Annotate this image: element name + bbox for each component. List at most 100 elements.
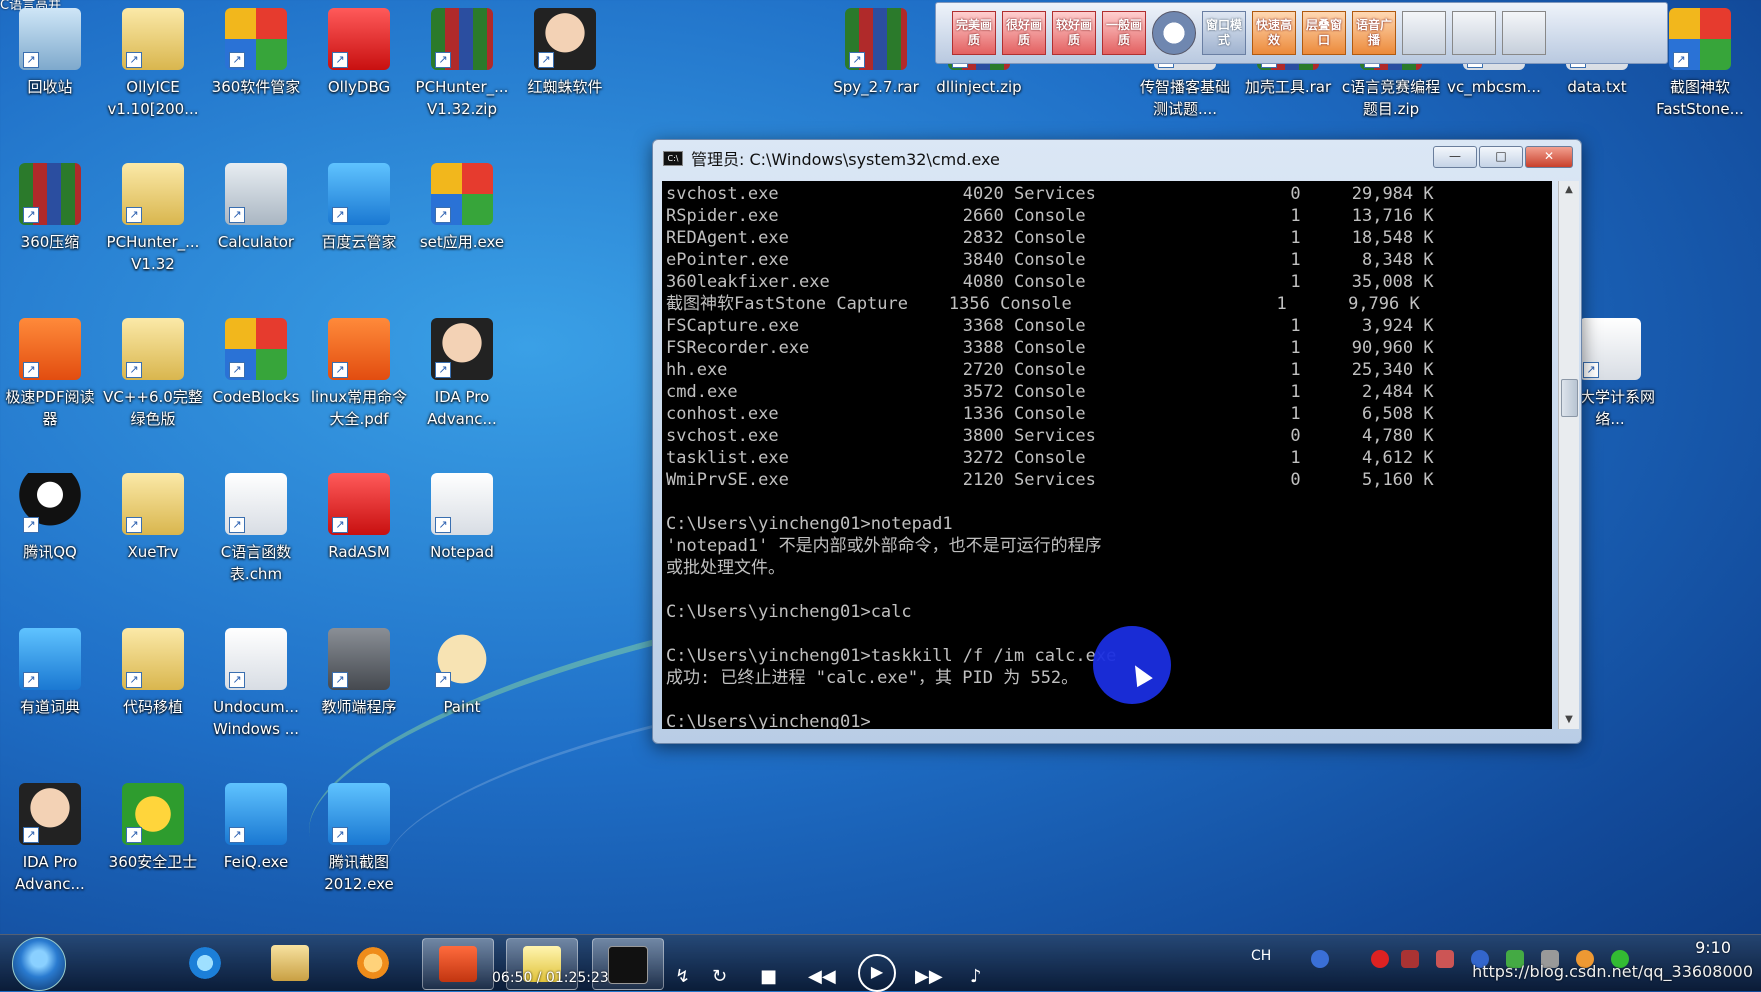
desktop-icon[interactable]: ↗ 腾讯QQ (0, 473, 100, 563)
desktop-icon[interactable]: ↗ 腾讯截图 2012.exe (309, 783, 409, 895)
toolbar-cascade-button[interactable]: 层叠窗口 (1302, 11, 1346, 55)
taskbar-media-button[interactable] (338, 938, 408, 988)
toolbar-pen-icon[interactable] (1402, 11, 1446, 55)
player-time: 06:50 / 01:25:23 (492, 970, 609, 986)
toolbar-window-mode-button[interactable]: 窗口模式 (1202, 11, 1246, 55)
scroll-up-icon[interactable]: ▲ (1559, 181, 1579, 199)
desktop-icon[interactable]: ↗ OllyDBG (309, 8, 409, 98)
shortcut-arrow-icon: ↗ (23, 827, 39, 843)
desktop-icon[interactable]: ↗ linux常用命令大全.pdf (309, 318, 409, 430)
shortcut-arrow-icon: ↗ (229, 827, 245, 843)
desktop-icon[interactable]: ↗ 360软件管家 (206, 8, 306, 98)
desktop-icon[interactable]: ↗ C语言函数表.chm (206, 473, 306, 585)
taskbar-powerpoint-button[interactable] (422, 938, 494, 990)
desktop-icon[interactable]: ↗ 红蜘蛛软件 (515, 8, 615, 98)
close-button[interactable]: ✕ (1525, 146, 1573, 168)
desktop-icon[interactable]: ↗ 教师端程序 (309, 628, 409, 718)
desktop-icon[interactable]: ↗ IDA Pro Advanc... (412, 318, 512, 430)
clock[interactable]: 9:10 (1695, 938, 1731, 957)
player-volume-icon[interactable]: ♪ (970, 966, 982, 987)
desktop-icon[interactable]: ↗ 极速PDF阅读器 (0, 318, 100, 430)
shortcut-arrow-icon: ↗ (229, 517, 245, 533)
help-tray-icon[interactable] (1311, 950, 1329, 968)
desktop-icon-label: 腾讯截图 2012.exe (324, 853, 394, 893)
chat-icon: ↗ (225, 783, 287, 845)
desktop-icon[interactable]: ↗ XueTrv (103, 473, 203, 563)
desktop-icon[interactable]: ↗ OllyICE v1.10[200... (103, 8, 203, 120)
desktop-icon-label: vc_mbcsm... (1447, 78, 1541, 96)
start-button[interactable] (12, 937, 66, 991)
calculator-icon: ↗ (225, 163, 287, 225)
film-tray-icon[interactable] (1401, 950, 1419, 968)
taskbar-ie-button[interactable] (170, 938, 240, 988)
scroll-down-icon[interactable]: ▼ (1559, 711, 1579, 729)
shield-plus-icon: ↗ (122, 783, 184, 845)
player-rewind-icon[interactable]: ◀◀ (808, 966, 836, 987)
toolbar-perfect-quality-button[interactable]: 完美画质 (952, 11, 996, 55)
desktop-icon[interactable]: ↗ Calculator (206, 163, 306, 253)
desktop-icon-label: Calculator (217, 233, 295, 251)
taskbar-explorer-button[interactable] (255, 938, 325, 988)
desktop-icon-label: 加壳工具.rar (1244, 78, 1332, 96)
maximize-button[interactable]: □ (1479, 146, 1523, 168)
desktop-icon[interactable]: ↗ set应用.exe (412, 163, 512, 253)
pdf-icon: ↗ (328, 318, 390, 380)
flag-tray-icon[interactable] (1436, 950, 1454, 968)
minimize-button[interactable]: — (1433, 146, 1477, 168)
desktop-icon[interactable]: ↗ Spy_2.7.rar (826, 8, 926, 98)
desktop-icon[interactable]: ↗ 有道词典 (0, 628, 100, 718)
shortcut-arrow-icon: ↗ (1673, 52, 1689, 68)
help-file-icon: ↗ (225, 473, 287, 535)
desktop-icon-label: data.txt (1567, 78, 1627, 96)
desktop-icon[interactable]: ↗ VC++6.0完整绿色版 (103, 318, 203, 430)
shortcut-arrow-icon: ↗ (126, 517, 142, 533)
desktop-icon-label: XueTrv (127, 543, 179, 561)
system-tray: CH 9:10 https://blog.csdn.net/qq_3360800… (1161, 934, 1761, 990)
toolbar-hand-icon[interactable] (1152, 11, 1196, 55)
player-forward-icon[interactable]: ▶▶ (915, 966, 943, 987)
player-stop-icon[interactable]: ■ (760, 966, 777, 987)
shortcut-arrow-icon: ↗ (126, 827, 142, 843)
toolbar-voice-broadcast-button[interactable]: 语音广播 (1352, 11, 1396, 55)
ida-icon: ↗ (431, 318, 493, 380)
desktop-icon[interactable]: ↗ Notepad (412, 473, 512, 563)
toolbar-transfer-icon[interactable] (1452, 11, 1496, 55)
player-play-icon[interactable]: ▶ (858, 954, 896, 992)
shortcut-arrow-icon: ↗ (23, 52, 39, 68)
desktop-icon[interactable]: ↗ 360安全卫士 (103, 783, 203, 873)
desktop-icon[interactable]: ↗ Paint (412, 628, 512, 718)
desktop-icon[interactable]: ↗ 回收站 (0, 8, 100, 98)
desktop-icon[interactable]: ↗ CodeBlocks (206, 318, 306, 408)
vertical-scrollbar[interactable]: ▲ ▼ (1558, 181, 1579, 729)
desktop-icon-label: 代码移植 (122, 698, 183, 716)
toolbar-good-quality-button[interactable]: 很好画质 (1002, 11, 1046, 55)
desktop-icon[interactable]: ↗ FeiQ.exe (206, 783, 306, 873)
archive-icon: ↗ (431, 8, 493, 70)
desktop-icon-label: 360安全卫士 (108, 853, 198, 871)
cmd-titlebar[interactable]: C:\ 管理员: C:\Windows\system32\cmd.exe (663, 146, 1000, 170)
toolbar-fair-quality-button[interactable]: 较好画质 (1052, 11, 1096, 55)
shortcut-arrow-icon: ↗ (435, 517, 451, 533)
desktop-icon-label: Paint (443, 698, 481, 716)
desktop-icon[interactable]: ↗ PCHunter_... V1.32 (103, 163, 203, 275)
scroll-thumb[interactable] (1561, 379, 1578, 417)
desktop-icon-label: 截图神软 FastStone... (1656, 78, 1744, 118)
language-indicator[interactable]: CH (1251, 948, 1271, 964)
desktop-icon[interactable]: ↗ 代码移植 (103, 628, 203, 718)
teacher-face-icon: ↗ (534, 8, 596, 70)
player-repeat-icon[interactable]: ↯ (675, 966, 690, 987)
desktop-icon[interactable]: ↗ PCHunter_... V1.32.zip (412, 8, 512, 120)
player-refresh-icon[interactable]: ↻ (712, 966, 727, 987)
desktop-icon[interactable]: ↗ Undocum... Windows ... (206, 628, 306, 740)
desktop-icon[interactable]: ↗ 360压缩 (0, 163, 100, 253)
desktop-icon[interactable]: ↗ RadASM (309, 473, 409, 563)
record-tray-icon[interactable] (1371, 950, 1389, 968)
toolbar-lock-icon[interactable] (1502, 11, 1546, 55)
desktop-icon[interactable]: ↗ IDA Pro Advanc... (0, 783, 100, 895)
toolbar-fast-button[interactable]: 快速高效 (1252, 11, 1296, 55)
qq-penguin-icon: ↗ (19, 473, 81, 535)
app-manager-icon: ↗ (225, 8, 287, 70)
folder-icon (271, 945, 309, 981)
toolbar-normal-quality-button[interactable]: 一般画质 (1102, 11, 1146, 55)
desktop-icon[interactable]: ↗ 百度云管家 (309, 163, 409, 253)
